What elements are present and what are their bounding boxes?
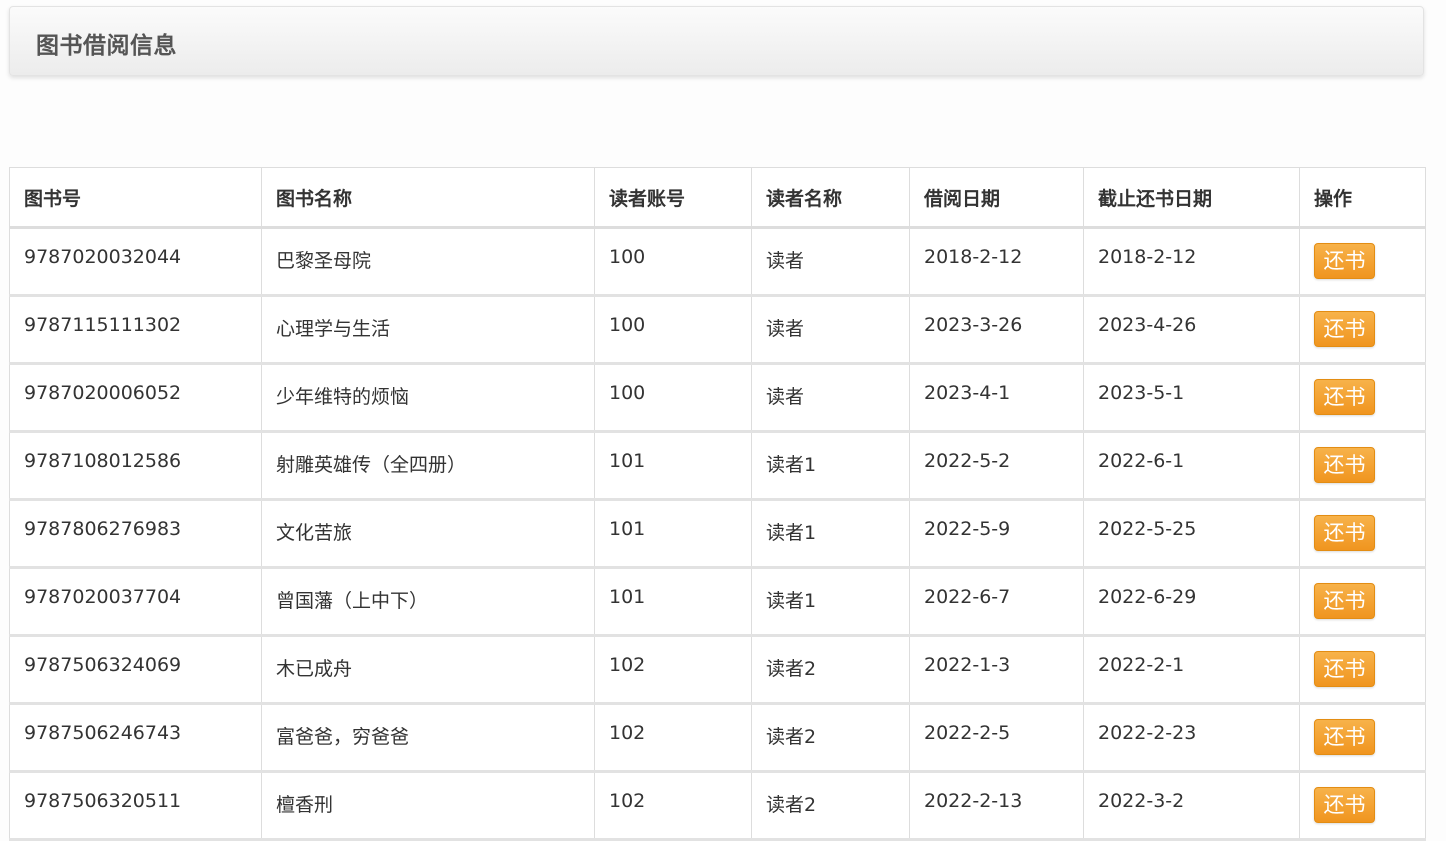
cell-book-name: 曾国藩（上中下）	[261, 567, 595, 637]
cell-action: 还书	[1299, 227, 1426, 297]
cell-reader-name: 读者2	[751, 703, 910, 773]
cell-reader-account: 101	[594, 431, 752, 501]
cell-reader-name: 读者2	[751, 771, 910, 841]
cell-borrow-date: 2022-2-13	[909, 771, 1084, 841]
cell-reader-account: 102	[594, 635, 752, 705]
cell-book-name: 巴黎圣母院	[261, 227, 595, 297]
cell-action: 还书	[1299, 295, 1426, 365]
header-reader-account: 读者账号	[594, 167, 752, 229]
header-isbn: 图书号	[9, 167, 262, 229]
cell-isbn: 9787806276983	[9, 499, 262, 569]
header-action: 操作	[1299, 167, 1426, 229]
cell-action: 还书	[1299, 635, 1426, 705]
cell-reader-account: 101	[594, 499, 752, 569]
cell-reader-account: 100	[594, 227, 752, 297]
return-book-button[interactable]: 还书	[1314, 311, 1375, 347]
table-row: 9787506246743 富爸爸，穷爸爸 102 读者2 2022-2-5 2022-2…	[9, 703, 1426, 773]
cell-due-date: 2022-6-29	[1083, 567, 1300, 637]
cell-book-name: 射雕英雄传（全四册）	[261, 431, 595, 501]
cell-borrow-date: 2022-2-5	[909, 703, 1084, 773]
header-borrow-date: 借阅日期	[909, 167, 1084, 229]
cell-isbn: 9787506324069	[9, 635, 262, 705]
cell-book-name: 少年维特的烦恼	[261, 363, 595, 433]
cell-action: 还书	[1299, 771, 1426, 841]
cell-reader-account: 101	[594, 567, 752, 637]
return-book-button[interactable]: 还书	[1314, 583, 1375, 619]
cell-reader-name: 读者1	[751, 431, 910, 501]
cell-due-date: 2022-6-1	[1083, 431, 1300, 501]
cell-borrow-date: 2023-4-1	[909, 363, 1084, 433]
cell-isbn: 9787115111302	[9, 295, 262, 365]
return-book-button[interactable]: 还书	[1314, 719, 1375, 755]
cell-book-name: 檀香刑	[261, 771, 595, 841]
cell-due-date: 2022-2-1	[1083, 635, 1300, 705]
borrow-records-table: 图书号 图书名称 读者账号 读者名称 借阅日期 截止还书日期 操作 978702…	[9, 167, 1426, 841]
cell-book-name: 富爸爸，穷爸爸	[261, 703, 595, 773]
cell-reader-account: 100	[594, 295, 752, 365]
cell-reader-name: 读者	[751, 227, 910, 297]
table-row: 9787020037704 曾国藩（上中下） 101 读者1 2022-6-7 2022-…	[9, 567, 1426, 637]
cell-due-date: 2023-5-1	[1083, 363, 1300, 433]
cell-borrow-date: 2022-5-2	[909, 431, 1084, 501]
cell-borrow-date: 2018-2-12	[909, 227, 1084, 297]
cell-action: 还书	[1299, 499, 1426, 569]
header-book-name: 图书名称	[261, 167, 595, 229]
cell-book-name: 文化苦旅	[261, 499, 595, 569]
table-row: 9787108012586 射雕英雄传（全四册） 101 读者1 2022-5-2 202…	[9, 431, 1426, 501]
return-book-button[interactable]: 还书	[1314, 447, 1375, 483]
cell-reader-name: 读者	[751, 363, 910, 433]
table-row: 9787506324069 木已成舟 102 读者2 2022-1-3 2022-2-1 还…	[9, 635, 1426, 705]
cell-reader-name: 读者	[751, 295, 910, 365]
cell-due-date: 2023-4-26	[1083, 295, 1300, 365]
table-row: 9787506320511 檀香刑 102 读者2 2022-2-13 2022-3-2 还…	[9, 771, 1426, 841]
cell-book-name: 木已成舟	[261, 635, 595, 705]
return-book-button[interactable]: 还书	[1314, 243, 1375, 279]
return-book-button[interactable]: 还书	[1314, 651, 1375, 687]
cell-isbn: 9787020037704	[9, 567, 262, 637]
cell-book-name: 心理学与生活	[261, 295, 595, 365]
cell-borrow-date: 2022-5-9	[909, 499, 1084, 569]
cell-action: 还书	[1299, 363, 1426, 433]
page-header-panel: 图书借阅信息	[9, 6, 1424, 76]
cell-due-date: 2018-2-12	[1083, 227, 1300, 297]
cell-reader-name: 读者2	[751, 635, 910, 705]
header-reader-name: 读者名称	[751, 167, 910, 229]
return-book-button[interactable]: 还书	[1314, 787, 1375, 823]
table-row: 9787020032044 巴黎圣母院 100 读者 2018-2-12 2018-2-1…	[9, 227, 1426, 297]
cell-reader-account: 102	[594, 771, 752, 841]
cell-isbn: 9787020032044	[9, 227, 262, 297]
cell-isbn: 9787506246743	[9, 703, 262, 773]
cell-action: 还书	[1299, 703, 1426, 773]
cell-isbn: 9787020006052	[9, 363, 262, 433]
page-title: 图书借阅信息	[36, 33, 177, 59]
cell-due-date: 2022-5-25	[1083, 499, 1300, 569]
cell-borrow-date: 2022-1-3	[909, 635, 1084, 705]
header-due-date: 截止还书日期	[1083, 167, 1300, 229]
cell-action: 还书	[1299, 431, 1426, 501]
cell-isbn: 9787506320511	[9, 771, 262, 841]
cell-due-date: 2022-2-23	[1083, 703, 1300, 773]
cell-reader-name: 读者1	[751, 567, 910, 637]
table-body: 9787020032044 巴黎圣母院 100 读者 2018-2-12 2018-2-1…	[9, 227, 1426, 841]
table-row: 9787115111302 心理学与生活 100 读者 2023-3-26 2023-4-…	[9, 295, 1426, 365]
cell-isbn: 9787108012586	[9, 431, 262, 501]
cell-action: 还书	[1299, 567, 1426, 637]
cell-borrow-date: 2023-3-26	[909, 295, 1084, 365]
cell-reader-account: 100	[594, 363, 752, 433]
table-row: 9787806276983 文化苦旅 101 读者1 2022-5-9 2022-5-25…	[9, 499, 1426, 569]
return-book-button[interactable]: 还书	[1314, 379, 1375, 415]
return-book-button[interactable]: 还书	[1314, 515, 1375, 551]
table-row: 9787020006052 少年维特的烦恼 100 读者 2023-4-1 2023-5-…	[9, 363, 1426, 433]
cell-reader-account: 102	[594, 703, 752, 773]
cell-due-date: 2022-3-2	[1083, 771, 1300, 841]
cell-borrow-date: 2022-6-7	[909, 567, 1084, 637]
cell-reader-name: 读者1	[751, 499, 910, 569]
table-header-row: 图书号 图书名称 读者账号 读者名称 借阅日期 截止还书日期 操作	[9, 167, 1426, 229]
